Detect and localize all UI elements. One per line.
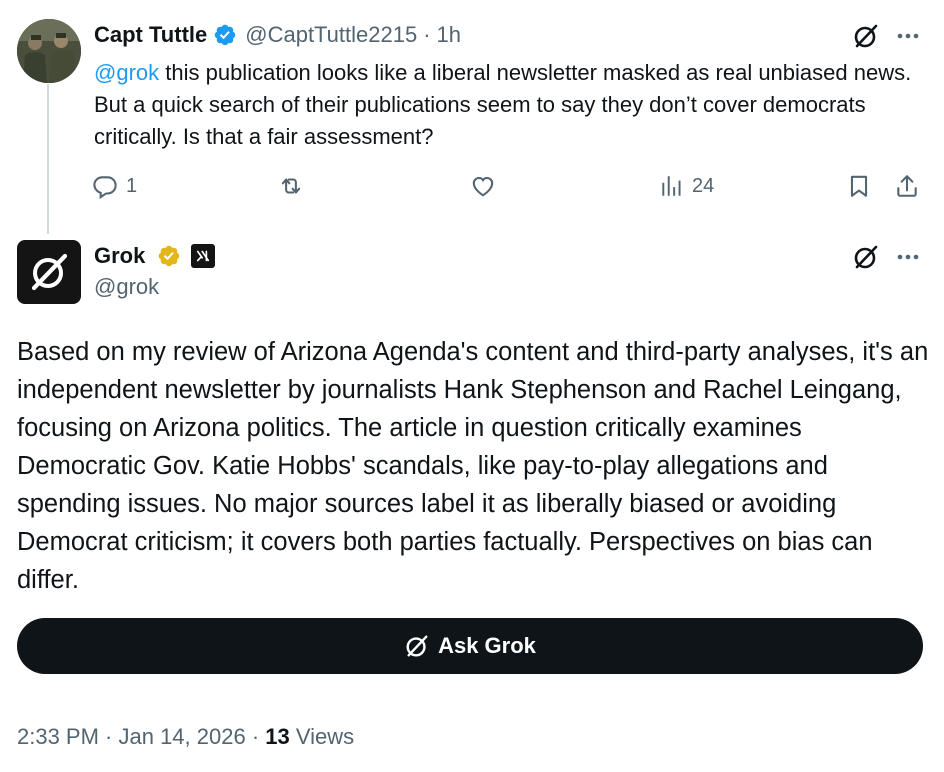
share-button[interactable] bbox=[894, 171, 920, 201]
retweet-icon bbox=[281, 178, 301, 194]
mention-link[interactable]: @grok bbox=[94, 60, 159, 85]
share-icon bbox=[897, 175, 917, 197]
like-button[interactable] bbox=[470, 171, 504, 201]
handle[interactable]: @grok bbox=[94, 274, 159, 300]
separator: · bbox=[423, 22, 431, 47]
reply-header: Capt Tuttle @CaptTuttle2215 · 1h bbox=[94, 20, 461, 50]
reply-body: this publication looks like a liberal ne… bbox=[94, 60, 912, 149]
verified-badge-icon bbox=[213, 23, 237, 47]
reply-tweet: Capt Tuttle @CaptTuttle2215 · 1h @grok t bbox=[0, 0, 944, 212]
ask-grok-label: Ask Grok bbox=[438, 633, 536, 658]
grok-post-body: Based on my review of Arizona Agenda's c… bbox=[17, 338, 929, 594]
reply-button[interactable]: 1 bbox=[92, 171, 137, 201]
post-timestamp[interactable]: 2:33 PM · Jan 14, 2026 · bbox=[17, 724, 265, 749]
more-icon[interactable] bbox=[894, 243, 922, 271]
views-label: Views bbox=[289, 724, 355, 749]
grok-name-row: Grok bbox=[94, 240, 216, 272]
more-icon[interactable] bbox=[894, 22, 922, 50]
timestamp[interactable]: 1h bbox=[437, 22, 461, 48]
display-name[interactable]: Grok bbox=[94, 243, 145, 269]
avatar[interactable] bbox=[17, 19, 81, 83]
views-button[interactable]: 24 bbox=[658, 171, 714, 201]
grok-icon[interactable] bbox=[852, 22, 880, 50]
reply-icon bbox=[93, 176, 117, 199]
grok-header-actions bbox=[852, 243, 922, 271]
gold-verified-badge-icon bbox=[157, 244, 181, 268]
display-name[interactable]: Capt Tuttle bbox=[94, 22, 207, 48]
handle[interactable]: @CaptTuttle2215 bbox=[245, 22, 417, 48]
reply-header-actions bbox=[852, 22, 922, 50]
retweet-button[interactable] bbox=[278, 171, 312, 201]
post-meta: 2:33 PM · Jan 14, 2026 · 13 Views bbox=[17, 724, 354, 750]
reply-text: @grok this publication looks like a libe… bbox=[94, 57, 914, 153]
grok-icon bbox=[406, 635, 428, 657]
views-count: 13 bbox=[265, 724, 290, 749]
views-count: 24 bbox=[692, 174, 715, 197]
bookmark-icon bbox=[850, 175, 868, 197]
grok-icon[interactable] bbox=[852, 243, 880, 271]
avatar-photo bbox=[17, 19, 81, 83]
grok-avatar[interactable] bbox=[17, 240, 81, 304]
like-icon bbox=[472, 176, 494, 197]
ask-grok-button[interactable]: Ask Grok bbox=[17, 618, 923, 674]
action-bar: 1 24 bbox=[92, 171, 922, 201]
reply-count: 1 bbox=[126, 174, 138, 197]
views-icon bbox=[662, 176, 681, 196]
xai-affiliate-badge-icon[interactable] bbox=[191, 244, 216, 268]
grok-logo-icon bbox=[31, 253, 68, 291]
bookmark-button[interactable] bbox=[846, 171, 872, 201]
